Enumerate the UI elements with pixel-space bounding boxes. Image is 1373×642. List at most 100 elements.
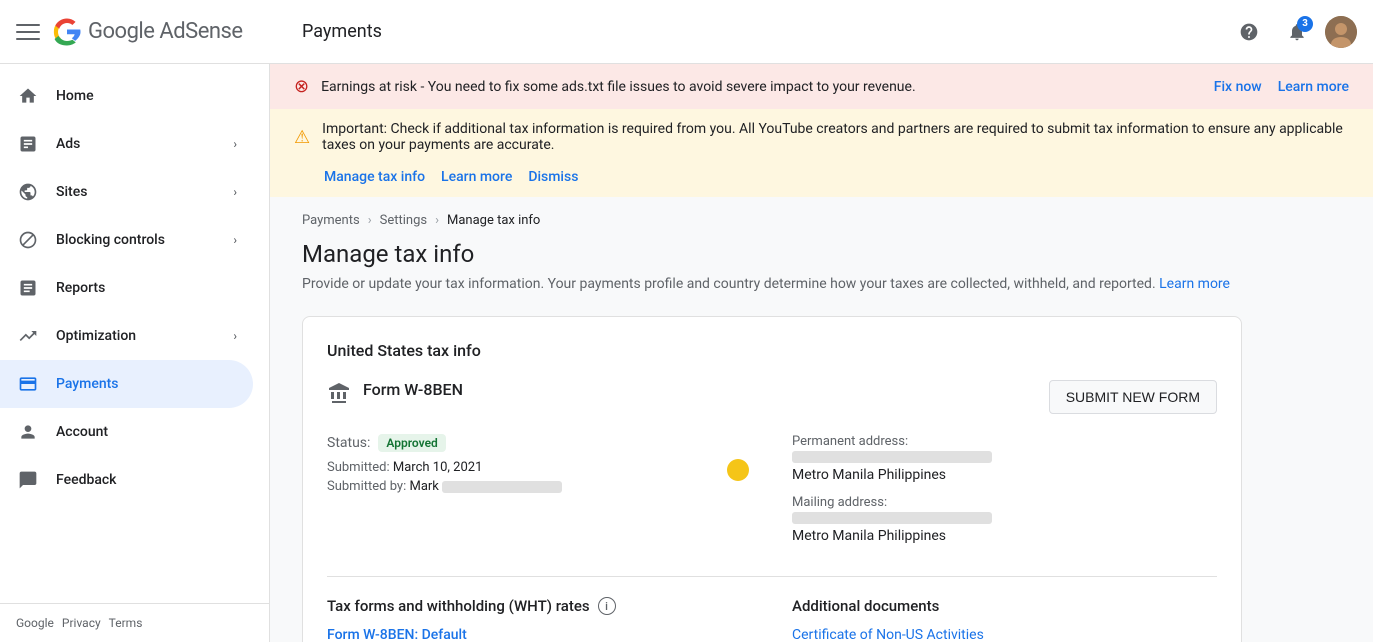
- submitted-by-row: Submitted by: Mark: [327, 479, 752, 494]
- status-badge: Approved: [378, 434, 445, 452]
- warning-icon: ⚠: [294, 127, 310, 148]
- avatar[interactable]: [1325, 16, 1357, 48]
- sites-icon: [16, 180, 40, 204]
- feedback-icon: [16, 468, 40, 492]
- manage-tax-link[interactable]: Manage tax info: [324, 169, 425, 185]
- breadcrumb-payments[interactable]: Payments: [302, 213, 360, 228]
- tax-info-card: United States tax info Form W-8BEN SUBMI…: [302, 316, 1242, 642]
- error-alert: ⊗ Earnings at risk - You need to fix som…: [270, 64, 1373, 109]
- permanent-address-value: Metro Manila Philippines: [792, 467, 1217, 483]
- submitted-value: March 10, 2021: [393, 460, 483, 475]
- error-alert-text: Earnings at risk - You need to fix some …: [321, 79, 1202, 95]
- topbar: Google AdSense Payments 3: [0, 0, 1373, 64]
- sidebar-item-ads[interactable]: Ads ›: [0, 120, 253, 168]
- sites-expand-icon: ›: [233, 185, 237, 199]
- sidebar-label-sites: Sites: [56, 184, 87, 200]
- warning-alert: ⚠ Important: Check if additional tax inf…: [270, 109, 1373, 197]
- sidebar-footer: Google Privacy Terms: [0, 603, 269, 642]
- permanent-address-blurred: [792, 451, 992, 463]
- breadcrumb-manage-tax: Manage tax info: [447, 213, 540, 228]
- sidebar-label-reports: Reports: [56, 280, 105, 296]
- topbar-left: Google AdSense: [16, 17, 286, 47]
- sidebar-label-ads: Ads: [56, 136, 80, 152]
- form-right-col: Permanent address: Metro Manila Philippi…: [792, 434, 1217, 556]
- wht-section: Tax forms and withholding (WHT) rates i …: [327, 597, 1217, 642]
- sidebar-item-optimization[interactable]: Optimization ›: [0, 312, 253, 360]
- form-header-section: Form W-8BEN SUBMIT NEW FORM: [327, 380, 1217, 414]
- error-learn-more-link[interactable]: Learn more: [1278, 79, 1349, 95]
- doc-link-1[interactable]: Certificate of Non-US Activities: [792, 627, 1217, 642]
- sidebar-nav: Home Ads › Sites › Blocking con: [0, 64, 269, 603]
- page-description: Provide or update your tax information. …: [302, 276, 1341, 292]
- sidebar-item-account[interactable]: Account: [0, 408, 253, 456]
- sidebar-item-feedback[interactable]: Feedback: [0, 456, 253, 504]
- optimization-expand-icon: ›: [233, 329, 237, 343]
- footer-privacy-link[interactable]: Privacy: [62, 616, 101, 630]
- sidebar-item-home[interactable]: Home: [0, 72, 253, 120]
- wht-info-icon[interactable]: i: [598, 597, 616, 615]
- wht-title-text: Tax forms and withholding (WHT) rates: [327, 597, 590, 615]
- footer-google: Google: [16, 616, 54, 630]
- sidebar-item-payments[interactable]: Payments: [0, 360, 253, 408]
- help-button[interactable]: [1229, 12, 1269, 52]
- app-name: Google AdSense: [88, 19, 243, 44]
- mailing-address-value: Metro Manila Philippines: [792, 528, 1217, 544]
- home-icon: [16, 84, 40, 108]
- menu-button[interactable]: [16, 20, 40, 44]
- sidebar-item-reports[interactable]: Reports: [0, 264, 253, 312]
- google-logo-icon: [52, 17, 82, 47]
- reports-icon: [16, 276, 40, 300]
- submit-new-form-button[interactable]: SUBMIT NEW FORM: [1049, 380, 1217, 414]
- sidebar-label-account: Account: [56, 424, 108, 440]
- submitted-by-blurred: [442, 481, 562, 493]
- wht-form-link[interactable]: Form W-8BEN: Default: [327, 627, 752, 642]
- mailing-address-blurred: [792, 512, 992, 524]
- form-details: Status: Approved Submitted: March 10, 20…: [327, 434, 1217, 556]
- main-content: ⊗ Earnings at risk - You need to fix som…: [270, 64, 1373, 642]
- page-content: Payments › Settings › Manage tax info Ma…: [270, 197, 1373, 642]
- page-learn-more-link[interactable]: Learn more: [1159, 276, 1230, 292]
- submitted-label: Submitted:: [327, 460, 390, 475]
- status-row: Status: Approved: [327, 434, 752, 452]
- mailing-address-section: Mailing address: Metro Manila Philippine…: [792, 495, 1217, 544]
- topbar-right: 3: [1229, 12, 1357, 52]
- mailing-address-label: Mailing address:: [792, 495, 1217, 510]
- sidebar-label-blocking: Blocking controls: [56, 232, 165, 248]
- topbar-title: Payments: [286, 21, 1229, 42]
- breadcrumb: Payments › Settings › Manage tax info: [302, 213, 1341, 228]
- sidebar: Home Ads › Sites › Blocking con: [0, 64, 270, 642]
- help-icon: [1239, 22, 1259, 42]
- warning-alert-actions: Manage tax info Learn more Dismiss: [294, 169, 578, 185]
- notifications-button[interactable]: 3: [1277, 12, 1317, 52]
- blocking-icon: [16, 228, 40, 252]
- optimization-icon: [16, 324, 40, 348]
- notification-badge: 3: [1297, 16, 1313, 32]
- sidebar-item-blocking-controls[interactable]: Blocking controls ›: [0, 216, 253, 264]
- page-title: Manage tax info: [302, 240, 1341, 268]
- error-icon: ⊗: [294, 76, 309, 97]
- logo: Google AdSense: [52, 17, 243, 47]
- warning-alert-row: ⚠ Important: Check if additional tax inf…: [294, 121, 1349, 153]
- submitted-row: Submitted: March 10, 2021: [327, 460, 752, 475]
- form-bank-icon: [327, 382, 351, 412]
- payments-icon: [16, 372, 40, 396]
- submitted-by-name: Mark: [409, 479, 438, 494]
- sidebar-label-feedback: Feedback: [56, 472, 116, 488]
- sidebar-label-payments: Payments: [56, 376, 119, 392]
- ads-expand-icon: ›: [233, 137, 237, 151]
- fix-now-link[interactable]: Fix now: [1214, 79, 1262, 95]
- warning-alert-text: Important: Check if additional tax infor…: [322, 121, 1349, 153]
- dismiss-link[interactable]: Dismiss: [528, 169, 578, 185]
- breadcrumb-settings[interactable]: Settings: [380, 213, 427, 228]
- status-label: Status:: [327, 435, 370, 451]
- avatar-image: [1325, 16, 1357, 48]
- additional-docs-title: Additional documents: [792, 597, 1217, 615]
- blocking-expand-icon: ›: [233, 233, 237, 247]
- warning-learn-more-link[interactable]: Learn more: [441, 169, 512, 185]
- submitted-by-label: Submitted by:: [327, 479, 406, 494]
- footer-terms-link[interactable]: Terms: [109, 616, 143, 630]
- page-desc-text: Provide or update your tax information. …: [302, 276, 1156, 292]
- form-left-col: Status: Approved Submitted: March 10, 20…: [327, 434, 752, 556]
- form-name: Form W-8BEN: [363, 380, 463, 399]
- sidebar-item-sites[interactable]: Sites ›: [0, 168, 253, 216]
